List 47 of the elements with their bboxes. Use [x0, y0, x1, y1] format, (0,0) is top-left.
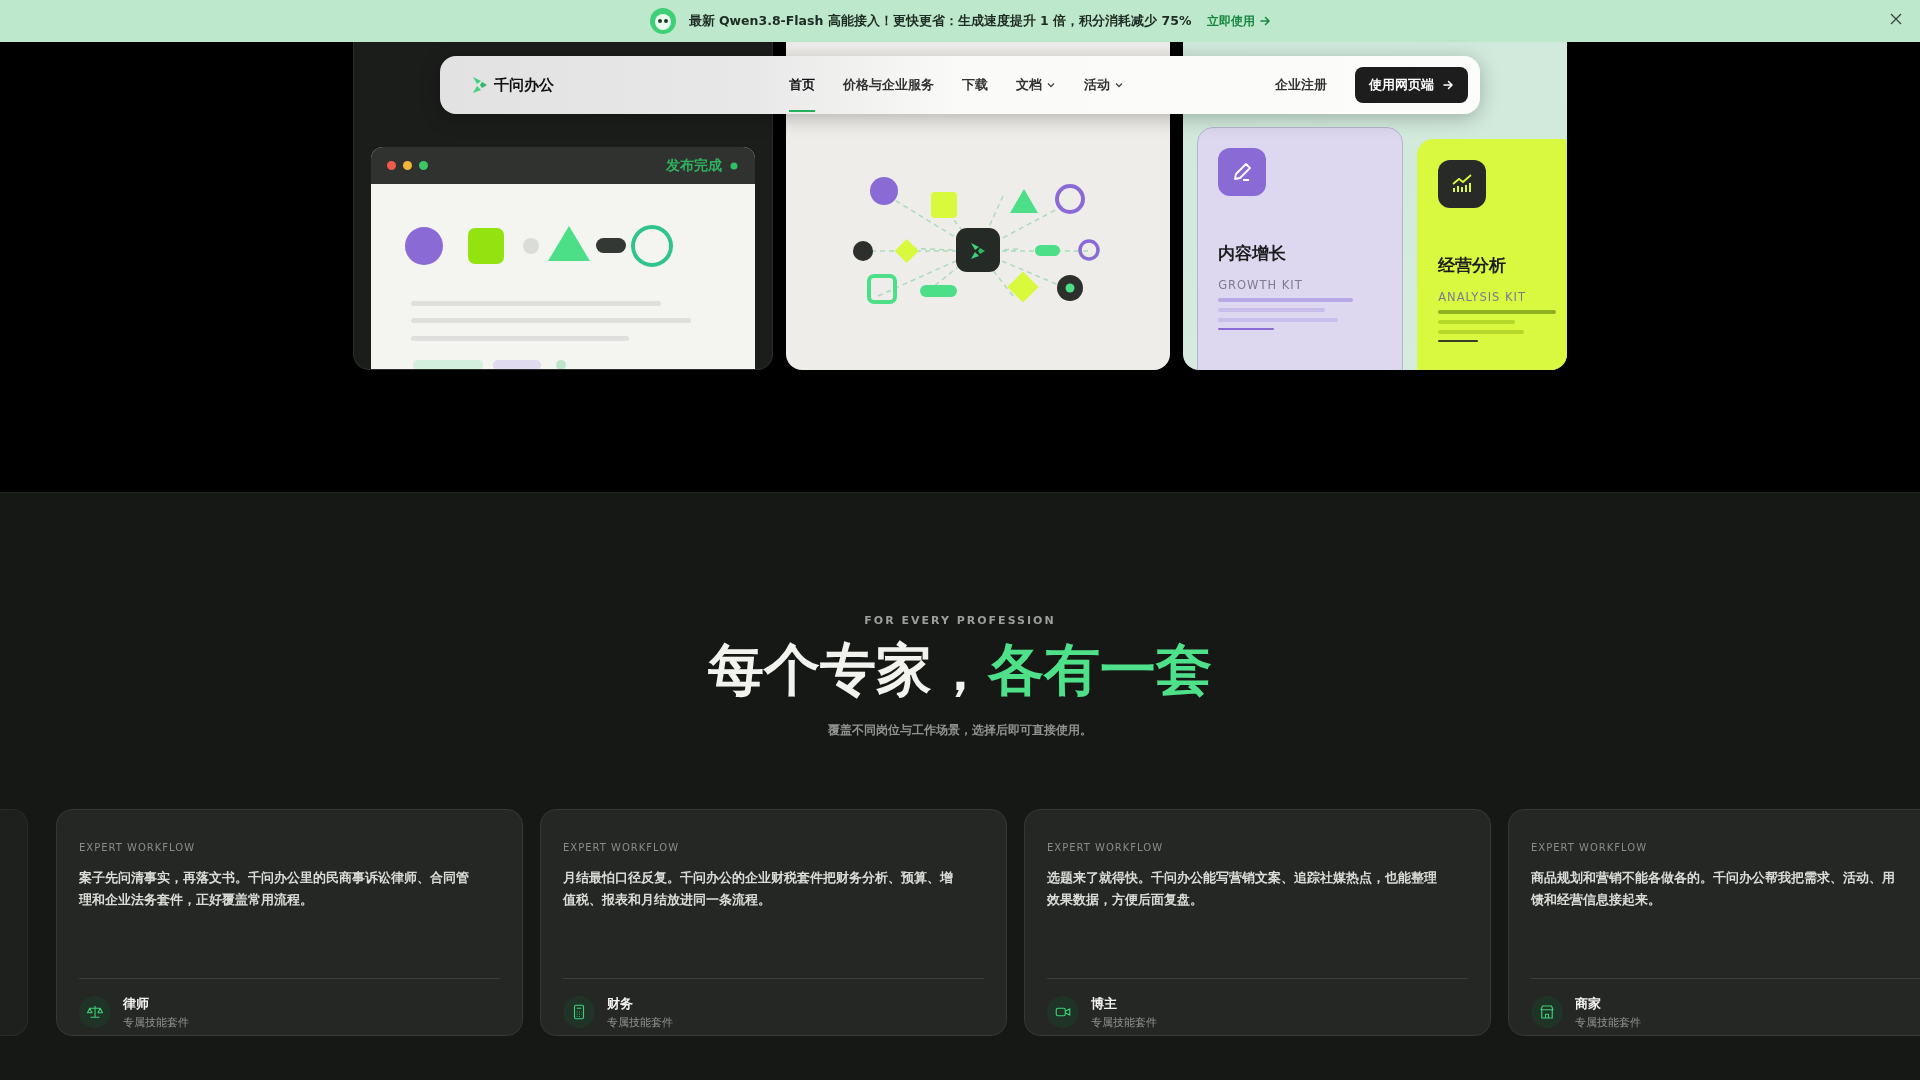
- status-dot-icon: [728, 160, 739, 171]
- arrow-icon: [1442, 79, 1454, 91]
- banner-message: 最新 Qwen3.8-Flash 高能接入！更快更省：生成速度提升 1 倍，积分消耗减少 75%: [688, 11, 1192, 30]
- banner-link[interactable]: 立即使用: [1207, 12, 1272, 30]
- card-eyebrow: EXPERT WORKFLOW: [79, 840, 196, 855]
- role-caption: 专属技能套件: [123, 1015, 189, 1031]
- chevron-down-icon: [1114, 80, 1124, 90]
- brand-logo[interactable]: 千问办公: [470, 73, 554, 97]
- store-icon: [1538, 1003, 1556, 1022]
- nav-link[interactable]: 文档: [1016, 57, 1056, 113]
- card-description: 案子先问清事实，再落文书。千问办公里的民商事诉讼律师、合同管 理和企业法务套件，正好覆盖常用流程。: [79, 868, 470, 909]
- card-eyebrow: EXPERT WORKFLOW: [1531, 840, 1648, 855]
- role-caption: 专属技能套件: [1575, 1015, 1641, 1031]
- role-name: 律师: [123, 994, 150, 1013]
- role-caption: 专属技能套件: [1091, 1015, 1157, 1031]
- role-caption: 专属技能套件: [607, 1015, 673, 1031]
- section-eyebrow: FOR EVERY PROFESSION: [863, 613, 1057, 629]
- kit-subtitle: GROWTH KIT: [1218, 276, 1304, 294]
- role-name: 博主: [1091, 994, 1118, 1013]
- mascot-icon: [648, 7, 677, 35]
- window-dot: [402, 161, 412, 170]
- section-heading-highlight: 各有一套: [988, 635, 1212, 703]
- kit-title: 经营分析: [1438, 254, 1508, 277]
- nav-link[interactable]: 企业注册: [1275, 57, 1327, 113]
- card-eyebrow: EXPERT WORKFLOW: [1047, 840, 1164, 855]
- section-subtitle: 覆盖不同岗位与工作场景，选择后即可直接使用。: [827, 721, 1093, 739]
- role-name: 财务: [607, 994, 634, 1013]
- chevron-down-icon: [1046, 80, 1056, 90]
- window-dot: [386, 161, 396, 170]
- card-description: 商品规划和营销不能各做各的。千问办公帮我把需求、活动、用 馈和经营信息接起来。: [1531, 868, 1896, 909]
- window-dot: [418, 161, 428, 170]
- nav-link[interactable]: 活动: [1084, 57, 1124, 113]
- kit-subtitle: ANALYSIS KIT: [1438, 288, 1527, 306]
- card-description: 月结最怕口径反复。千问办公的企业财税套件把财务分析、预算、增 值税、报表和月结放进同一条流程。: [563, 868, 954, 909]
- card-eyebrow: EXPERT WORKFLOW: [563, 840, 680, 855]
- arrow-icon: [1259, 15, 1272, 27]
- card-description: 选题来了就得快。千问办公能写营销文案、追踪社媒热点，也能整理 效果数据，方便后面复盘。: [1047, 868, 1438, 909]
- nav-link[interactable]: 价格与企业服务: [843, 57, 934, 113]
- kit-title: 内容增长: [1218, 242, 1288, 265]
- nav-link[interactable]: 下载: [962, 57, 988, 113]
- web-app-button[interactable]: 使用网页端: [1355, 66, 1468, 104]
- status-text: 发布完成: [665, 156, 722, 176]
- close-icon[interactable]: [1890, 13, 1902, 25]
- role-name: 商家: [1575, 994, 1602, 1013]
- section-heading: 每个专家，: [708, 635, 988, 703]
- nav-link[interactable]: 首页: [789, 57, 815, 113]
- brand-name: 千问办公: [494, 74, 554, 96]
